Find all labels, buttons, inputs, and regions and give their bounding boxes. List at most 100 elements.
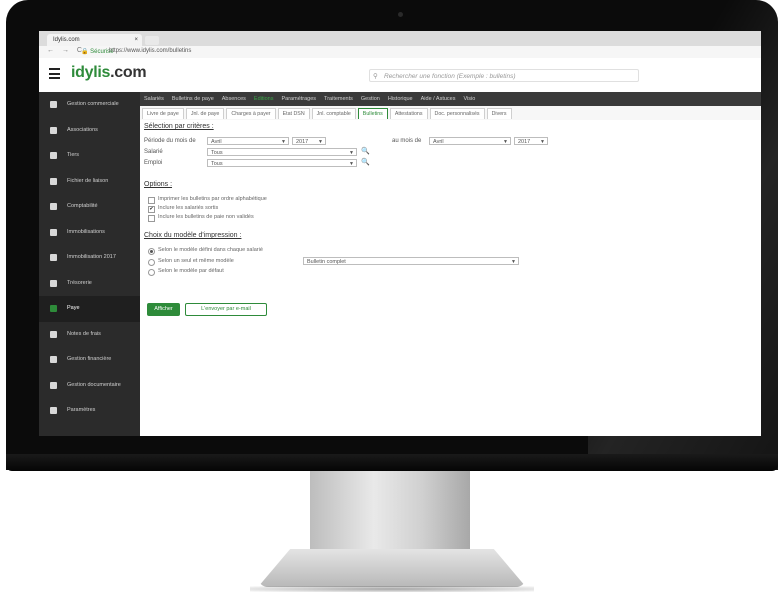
option-label: Inclure les salariés sortis: [158, 205, 219, 211]
function-search-input[interactable]: ⚲ Rechercher une fonction (Exemple : bul…: [369, 69, 639, 82]
menu-item[interactable]: Salariés: [140, 92, 168, 106]
sidebar-item[interactable]: Tiers: [39, 143, 140, 169]
users-icon: [50, 152, 57, 159]
menu-item[interactable]: Bulletins de paye: [168, 92, 218, 106]
menu-item[interactable]: Absences: [218, 92, 250, 106]
sidebar-item[interactable]: Gestion documentaire: [39, 373, 140, 399]
sidebar-item-label: Trésorerie: [67, 279, 92, 286]
chevron-down-icon: ▼: [318, 139, 323, 145]
subtab[interactable]: Jnl. comptable: [311, 108, 356, 119]
option-checkbox[interactable]: [148, 197, 155, 204]
receipt-icon: [50, 330, 57, 338]
folder-icon: [50, 381, 57, 389]
model-radio[interactable]: [148, 248, 155, 255]
period-to-month-select[interactable]: Avril ▼: [429, 137, 511, 145]
salarie-search-icon[interactable]: 🔍: [361, 147, 370, 155]
sidebar-item-label: Gestion documentaire: [67, 381, 121, 388]
cart-icon: [50, 101, 57, 108]
salarie-select[interactable]: Tous ▼: [207, 148, 357, 156]
option-label: Inclure les bulletins de paie non validé…: [158, 214, 254, 220]
send-email-button[interactable]: L'envoyer par e-mail: [185, 303, 267, 316]
period-to-label: au mois de: [392, 138, 422, 144]
period-year-select[interactable]: 2017 ▼: [292, 137, 326, 145]
sidebar-item[interactable]: Notes de frais: [39, 322, 140, 348]
menu-item[interactable]: Editions: [250, 92, 278, 106]
chevron-down-icon: ▼: [503, 139, 508, 145]
sidebar-item-label: Associations: [67, 126, 98, 133]
sidebar-item[interactable]: Immobilisations: [39, 220, 140, 246]
stand-shadow: [250, 586, 534, 592]
editions-tabs: Livre de paye Jnl. de paye Charges à payer…: [140, 106, 761, 121]
subtab[interactable]: Livre de paye: [142, 108, 184, 119]
bank-icon: [50, 279, 57, 287]
logo[interactable]: idylis.com: [71, 64, 147, 82]
sidebar: Gestion commerciale Associations Tiers Fich…: [39, 92, 140, 436]
sidebar-item[interactable]: Fichier de liaison: [39, 169, 140, 195]
calendar-icon: [50, 254, 57, 261]
subtab[interactable]: Attestations: [389, 108, 428, 119]
browser-tab-strip: Idylis.com ×: [39, 31, 761, 46]
sidebar-item[interactable]: Immobilisation 2017: [39, 245, 140, 271]
webcam: [398, 12, 403, 17]
menu-item[interactable]: Traitements: [320, 92, 357, 106]
navigation-buttons[interactable]: ← → C: [47, 47, 85, 54]
sidebar-item[interactable]: Paye: [39, 296, 140, 322]
new-tab-button[interactable]: [145, 36, 159, 45]
subtab[interactable]: Bulletins: [357, 108, 388, 119]
menu-item[interactable]: Gestion: [357, 92, 384, 106]
menu-item[interactable]: Visio: [459, 92, 479, 106]
sidebar-item[interactable]: Paramètres: [39, 398, 140, 424]
sidebar-item-label: Fichier de liaison: [67, 177, 109, 184]
sidebar-item[interactable]: Gestion commerciale: [39, 92, 140, 118]
app-header: idylis.com ⚲ Rechercher une fonction (Ex…: [39, 58, 761, 93]
option-checkbox[interactable]: ✔: [148, 206, 155, 213]
period-to-year-select[interactable]: 2017 ▼: [514, 137, 548, 145]
period-label: Période du mois de: [144, 138, 196, 144]
search-icon: ⚲: [373, 73, 378, 80]
subtab[interactable]: Charges à payer: [226, 108, 276, 119]
monitor-stand-base: [258, 549, 526, 587]
period-month-select[interactable]: Avril ▼: [207, 137, 289, 145]
menu-icon[interactable]: [49, 68, 60, 79]
finance-icon: [50, 356, 57, 363]
model-option-label: Selon un seul et même modèle: [158, 258, 234, 264]
menu-item[interactable]: Aide / Astuces: [417, 92, 460, 106]
display-button[interactable]: Afficher: [147, 303, 180, 316]
sidebar-item-label: Gestion financière: [67, 356, 112, 362]
browser-tab[interactable]: Idylis.com ×: [47, 34, 142, 46]
options-title: Options :: [144, 181, 173, 188]
chevron-down-icon: ▼: [349, 150, 354, 156]
module-menu: Salariés Bulletins de paye Absences Edition…: [140, 92, 761, 106]
subtab[interactable]: Doc. personnalisés: [429, 108, 485, 119]
chevron-down-icon: ▼: [349, 161, 354, 167]
sidebar-item[interactable]: Associations: [39, 118, 140, 144]
subtab[interactable]: Etat DSN: [277, 108, 310, 119]
sidebar-item-label: Notes de frais: [67, 330, 101, 337]
model-radio[interactable]: [148, 259, 155, 266]
emploi-select[interactable]: Tous ▼: [207, 159, 357, 167]
browser-tab-title: Idylis.com: [53, 37, 80, 43]
model-title: Choix du modèle d'impression :: [144, 232, 242, 239]
chevron-down-icon: ▼: [511, 259, 516, 265]
bulletins-form: Sélection par critères : Période du mois…: [140, 120, 761, 436]
screen: Idylis.com × ← → C 🔒 Sécurisé https://ww…: [39, 31, 761, 436]
model-radio[interactable]: [148, 269, 155, 276]
sidebar-item-label: Gestion commerciale: [67, 101, 119, 107]
option-checkbox[interactable]: [148, 215, 155, 222]
url-field[interactable]: https://www.idylis.com/bulletins: [109, 48, 191, 54]
sidebar-item[interactable]: Gestion financière: [39, 347, 140, 373]
sidebar-item-label: Immobilisations: [67, 228, 105, 235]
emploi-search-icon[interactable]: 🔍: [361, 158, 370, 166]
menu-item[interactable]: Historique: [384, 92, 417, 106]
subtab[interactable]: Jnl. de paye: [185, 108, 225, 119]
menu-item[interactable]: Paramétrages: [278, 92, 321, 106]
subtab[interactable]: Divers: [486, 108, 512, 119]
close-icon[interactable]: ×: [134, 34, 138, 46]
building-icon: [50, 228, 57, 236]
model-select[interactable]: Bulletin complet ▼: [303, 257, 519, 265]
sidebar-item-label: Paye: [67, 305, 80, 311]
model-option-label: Selon le modèle par défaut: [158, 268, 224, 274]
search-placeholder: Rechercher une fonction (Exemple : bulle…: [384, 73, 516, 80]
sidebar-item[interactable]: Trésorerie: [39, 271, 140, 297]
sidebar-item[interactable]: Comptabilité: [39, 194, 140, 220]
